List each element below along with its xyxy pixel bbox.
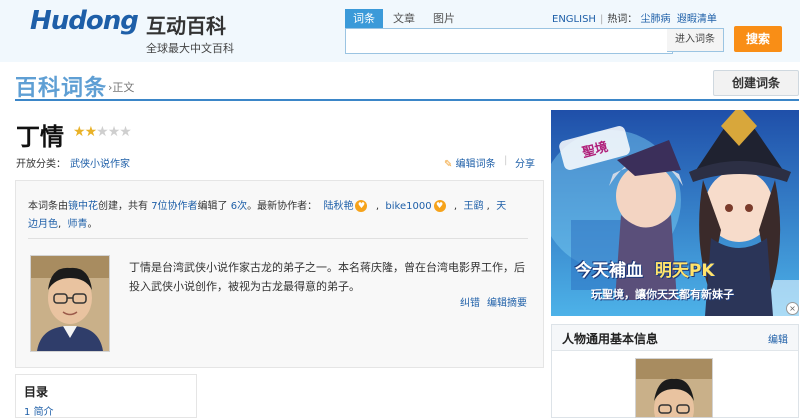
- info-portrait-image[interactable]: [635, 358, 713, 418]
- collaborator-link[interactable]: 边月色: [28, 219, 58, 230]
- collaborator-link[interactable]: 天: [496, 201, 506, 212]
- edit-summary-link[interactable]: 编辑摘要: [487, 298, 527, 309]
- tab-entries[interactable]: 词条: [345, 9, 383, 28]
- category-link[interactable]: 武侠小说作家: [70, 155, 130, 170]
- english-link[interactable]: ENGLISH: [552, 14, 596, 25]
- close-icon[interactable]: ×: [786, 302, 799, 315]
- ad-caption-2: 明天PK: [654, 261, 715, 281]
- toc-title: 目录: [24, 385, 49, 399]
- contrib-text: 。: [87, 219, 98, 230]
- hot-words-label: 热词：: [607, 14, 638, 25]
- user-badge-icon: ♥: [355, 200, 368, 212]
- logo-chinese: 互动百科: [146, 14, 226, 38]
- category-label: 开放分类：: [16, 159, 66, 170]
- ad-caption: 今天補血 明天PK: [575, 256, 715, 281]
- top-links: ENGLISH | 热词： 尘肺病 遐暇清单: [552, 14, 717, 25]
- creator-link[interactable]: 镜中花: [68, 201, 98, 212]
- contrib-text: 编辑了: [197, 201, 228, 212]
- edit-entry-link[interactable]: ✎ 编辑词条: [444, 155, 496, 170]
- collaborator-link[interactable]: 王鹞: [463, 201, 483, 212]
- ad-caption-1: 今天補血: [575, 261, 643, 281]
- collaborators-count-link[interactable]: 7位协作者: [151, 201, 197, 212]
- logo-text: Hudong: [30, 6, 139, 36]
- user-badge-icon: ♥: [433, 200, 446, 212]
- share-link[interactable]: 分享: [515, 155, 535, 170]
- toc-item-number: 1: [24, 407, 31, 418]
- star-icon[interactable]: ★: [108, 124, 121, 140]
- collaborator-link[interactable]: 陆秋艳: [323, 201, 353, 212]
- edit-entry-label: 编辑词条: [455, 159, 496, 170]
- pencil-icon: ✎: [444, 159, 453, 170]
- divider: [28, 238, 528, 239]
- edit-times-link[interactable]: 6次: [231, 201, 247, 212]
- info-edit-link[interactable]: 编辑: [768, 331, 788, 346]
- star-icon[interactable]: ★: [96, 124, 109, 140]
- toc-item-label: 简介: [33, 407, 54, 418]
- star-icon[interactable]: ★: [73, 124, 86, 140]
- contributors-text: 本词条由镜中花创建，共有 7位协作者编辑了 6次。最新协作者： 陆秋艳 ♥ , b…: [28, 200, 507, 212]
- hot-word-link[interactable]: 尘肺病: [641, 14, 671, 25]
- divider: |: [504, 155, 508, 166]
- collaborator-link[interactable]: 师青: [68, 219, 88, 230]
- hudong-logo[interactable]: Hudong: [30, 6, 139, 36]
- correct-error-link[interactable]: 纠错: [460, 298, 480, 309]
- star-icon[interactable]: ★: [85, 124, 98, 140]
- section-title[interactable]: 百科词条: [15, 70, 107, 102]
- contrib-text: 创建，共有: [98, 201, 148, 212]
- star-icon[interactable]: ★: [119, 124, 132, 140]
- ad-subcaption: 玩聖境，讓你天天都有新妹子: [591, 288, 734, 301]
- collaborator-link[interactable]: bike1000: [385, 201, 431, 212]
- contrib-text: 。最新协作者：: [247, 201, 318, 212]
- logo-slogan: 全球最大中文百科: [146, 42, 234, 55]
- search-button[interactable]: 搜索: [734, 26, 782, 52]
- breadcrumb: ›正文: [108, 81, 135, 94]
- info-panel-title: 人物通用基本信息: [562, 332, 659, 346]
- summary-text: 丁情是台湾武侠小说作家古龙的弟子之一。本名蒋庆隆，曾在台湾电影界工作，后投入武侠…: [129, 261, 525, 293]
- hot-word-link[interactable]: 遐暇清单: [677, 14, 717, 25]
- create-entry-button[interactable]: 创建词条: [713, 70, 799, 96]
- portrait-image[interactable]: [30, 255, 110, 352]
- contributors-text-line2: 边月色, 师青。: [28, 219, 98, 230]
- tab-articles[interactable]: 文章: [388, 9, 420, 28]
- section-divider: [15, 99, 799, 101]
- go-to-entry-button[interactable]: 进入词条: [667, 28, 724, 52]
- summary-actions: 纠错 编辑摘要: [460, 294, 527, 309]
- advertisement-banner[interactable]: 聖境 今天補血 明天PK 玩聖境，讓你天天都有新妹子: [551, 110, 799, 316]
- tab-images[interactable]: 图片: [428, 9, 460, 28]
- contrib-text: 本词条由: [28, 201, 68, 212]
- page-title: 丁情: [16, 123, 64, 151]
- rating-stars[interactable]: ★★★★★: [73, 124, 132, 140]
- search-input[interactable]: [345, 28, 673, 54]
